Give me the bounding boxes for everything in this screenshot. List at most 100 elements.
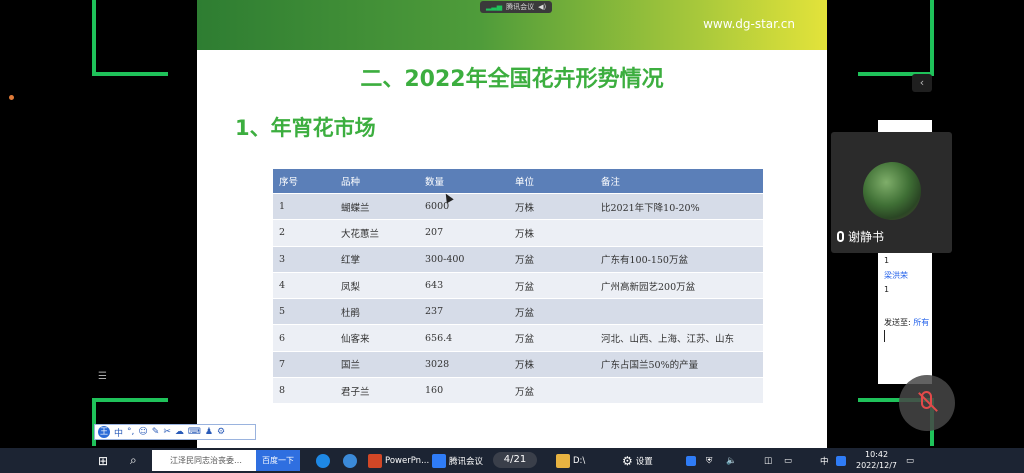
table-cell: 国兰: [335, 350, 419, 378]
signal-icon: ▂▃▅: [486, 3, 503, 11]
gear-icon[interactable]: ⚙: [217, 427, 225, 437]
table-cell: 8: [273, 377, 335, 404]
send-to-row: 发送至: 所有: [884, 317, 929, 328]
baidu-search-button[interactable]: 百度一下: [256, 450, 300, 471]
table-cell: 仙客来: [335, 324, 419, 352]
table-cell: [595, 298, 763, 325]
tencent-meeting-icon: [432, 453, 446, 468]
explorer-label: D:\: [573, 455, 586, 466]
table-cell: 凤梨: [335, 271, 419, 299]
participant-name-tag: 谢静书: [837, 228, 884, 245]
table-cell: 河北、山西、上海、江苏、山东: [595, 324, 763, 352]
keyboard-icon[interactable]: ⌨: [188, 427, 201, 437]
meeting-app-label: 腾讯会议: [506, 3, 535, 11]
explorer-taskbar-button[interactable]: D:\: [556, 448, 585, 473]
punctuation-icon[interactable]: °,: [127, 427, 134, 437]
table-cell: 656.4: [419, 324, 509, 352]
chat-sender-name[interactable]: 梁洪荣: [884, 270, 908, 281]
system-clock[interactable]: 10:42 2022/12/7: [856, 449, 897, 471]
tray-app-s[interactable]: [836, 448, 846, 473]
cloud-icon[interactable]: ☁: [175, 427, 184, 437]
tray-meeting-icon[interactable]: [686, 448, 696, 473]
header-cell: 品种: [335, 169, 419, 194]
shared-slide: www.dg-star.cn ▂▃▅ 腾讯会议 ◀) 二、2022年全国花卉形势…: [197, 0, 827, 448]
table-cell: 万株: [509, 219, 595, 247]
participant-tile[interactable]: 谢静书: [831, 132, 952, 253]
tray-network[interactable]: ◫: [764, 448, 772, 473]
clock-time: 10:42: [864, 450, 889, 459]
shield-icon: ⛨: [706, 455, 713, 466]
table-cell: 大花蕙兰: [335, 219, 419, 247]
meeting-taskbar-label: 腾讯会议: [449, 456, 484, 467]
table-row: 4 凤梨 643 万盆 广州高新园艺200万盆: [273, 271, 763, 299]
participant-name: 谢静书: [848, 230, 885, 244]
skin-icon[interactable]: ♟: [205, 427, 213, 437]
volume-icon: 🔈: [726, 455, 737, 466]
battery-icon: ▭: [784, 455, 793, 466]
slide-title: 二、2022年全国花卉形势情况: [360, 67, 664, 92]
collapse-panel-button[interactable]: ‹: [912, 74, 932, 92]
slide-subtitle: 1、年宵花市场: [235, 116, 376, 140]
pen-icon[interactable]: ✎: [152, 427, 160, 437]
table-cell: 万盆: [509, 245, 595, 273]
table-cell: 万株: [509, 350, 595, 378]
app-icon: [836, 455, 846, 466]
meeting-taskbar-button[interactable]: 腾讯会议: [432, 448, 483, 473]
table-cell: 万盆: [509, 271, 595, 299]
header-cell: 数量: [419, 169, 509, 194]
search-button[interactable]: ⌕: [130, 448, 137, 473]
baidu-search-box[interactable]: 江泽民同志治丧委… 百度一下: [152, 450, 300, 471]
clock-date: 2022/12/7: [856, 461, 898, 470]
ime-mode-toggle[interactable]: 中: [114, 426, 123, 439]
ime-toolbar[interactable]: 王 中 °, ☺ ✎ ✂ ☁ ⌨ ♟ ⚙: [94, 424, 256, 440]
powerpoint-taskbar-button[interactable]: PowerPn...: [368, 448, 429, 473]
table-row: 1 蝴蝶兰 6000 万株 比2021年下降10-20%: [273, 192, 763, 220]
folder-icon: [556, 453, 570, 468]
tray-battery[interactable]: ▭: [784, 448, 792, 473]
header-cell: 备注: [595, 169, 763, 194]
meeting-status-pill[interactable]: ▂▃▅ 腾讯会议 ◀): [480, 1, 553, 13]
table-row: 2 大花蕙兰 207 万株: [273, 219, 763, 247]
table-cell: 3: [273, 245, 335, 273]
ime-logo-icon[interactable]: 王: [98, 426, 110, 438]
tray-shield-icon[interactable]: ⛨: [706, 448, 712, 473]
scissors-icon[interactable]: ✂: [163, 427, 171, 437]
slide-page-indicator[interactable]: 4/21: [493, 452, 537, 468]
ie-browser-button[interactable]: [343, 448, 357, 473]
table-cell: 广州高新园艺200万盆: [595, 271, 763, 299]
edge-browser-button[interactable]: [316, 448, 330, 473]
tray-volume[interactable]: 🔈: [726, 448, 737, 473]
table-cell: 万盆: [509, 377, 595, 404]
table-cell: 万盆: [509, 324, 595, 352]
table-row: 7 国兰 3028 万株 广东占国兰50%的产量: [273, 350, 763, 378]
menu-lines-icon[interactable]: ☰: [98, 371, 107, 382]
settings-taskbar-button[interactable]: ⚙ 设置: [622, 448, 653, 473]
table-cell: 红掌: [335, 245, 419, 273]
powerpoint-icon: [368, 453, 382, 468]
search-input[interactable]: 江泽民同志治丧委…: [152, 455, 242, 466]
table-cell: 杜鹃: [335, 298, 419, 325]
table-cell: 1: [273, 192, 335, 220]
emoji-icon[interactable]: ☺: [138, 427, 147, 437]
table-cell: 643: [419, 271, 509, 299]
table-cell: 6: [273, 324, 335, 352]
table-row: 8 君子兰 160 万盆: [273, 377, 763, 404]
edge-icon: [316, 453, 330, 468]
frame-corner-top-right: [858, 0, 934, 76]
table-row: 6 仙客来 656.4 万盆 河北、山西、上海、江苏、山东: [273, 324, 763, 352]
table-cell: 3028: [419, 350, 509, 378]
notification-icon: ▭: [906, 455, 915, 466]
ime-tray-label: 中: [820, 456, 829, 467]
table-cell: [595, 377, 763, 404]
powerpoint-label: PowerPn...: [385, 455, 430, 466]
windows-start-button[interactable]: ⊞: [98, 448, 108, 473]
table-cell: 万株: [509, 192, 595, 220]
send-to-target[interactable]: 所有: [913, 318, 929, 327]
chat-input[interactable]: [884, 330, 885, 342]
flower-market-table: 序号 品种 数量 单位 备注 1 蝴蝶兰 6000 万株 比2021年下降10-20% 2…: [273, 169, 763, 404]
tray-ime[interactable]: 中: [820, 448, 829, 473]
mute-microphone-button[interactable]: [899, 375, 955, 431]
microphone-icon: [837, 231, 844, 242]
table-cell: 160: [419, 377, 509, 404]
notification-button[interactable]: ▭: [906, 448, 914, 473]
